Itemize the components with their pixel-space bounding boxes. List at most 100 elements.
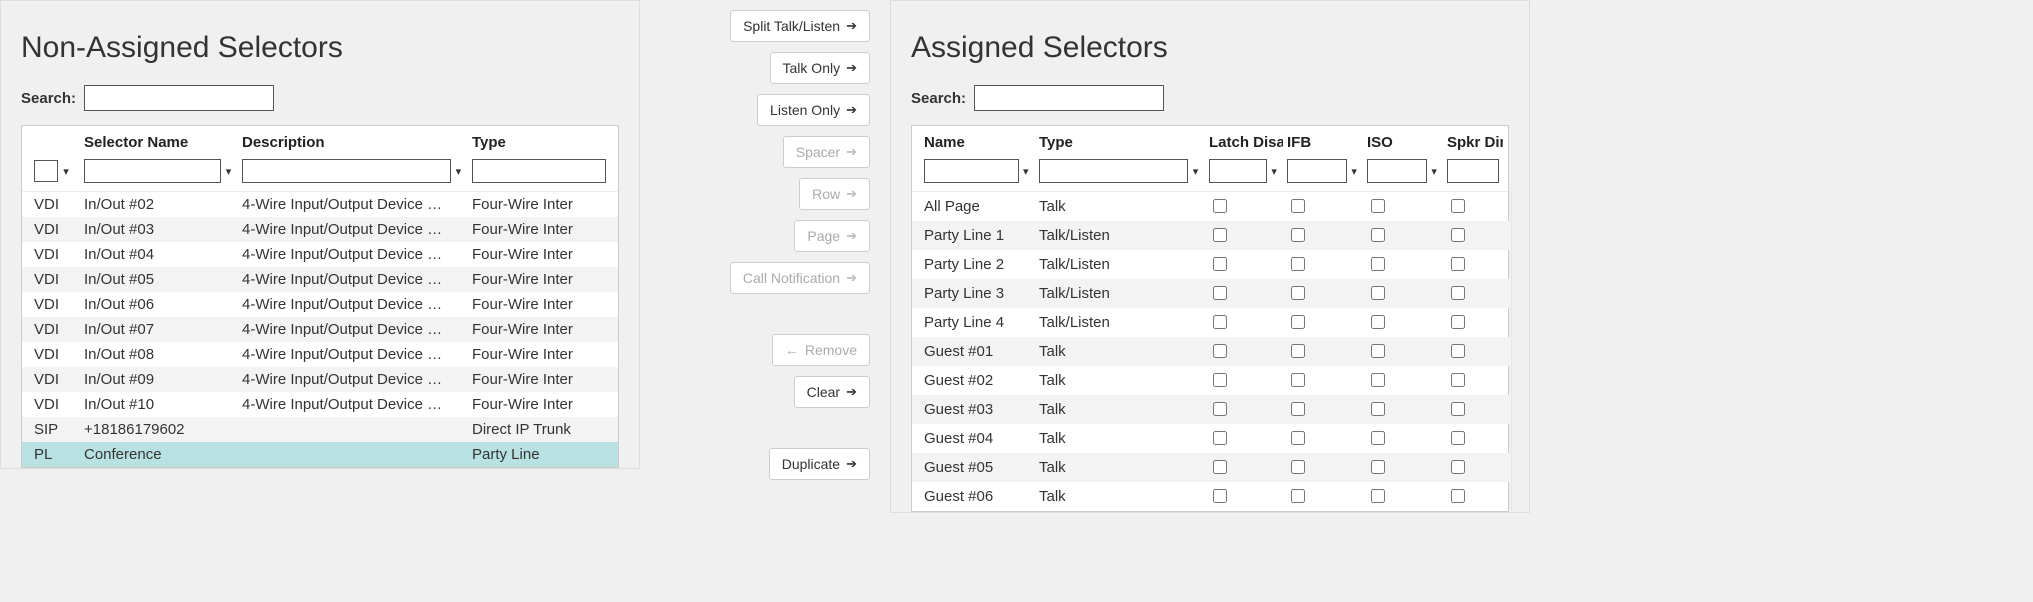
filter-icon[interactable]: ▾: [1269, 165, 1279, 178]
filter-latch[interactable]: [1209, 159, 1267, 183]
checkbox[interactable]: [1451, 460, 1465, 474]
checkbox[interactable]: [1371, 489, 1385, 503]
checkbox[interactable]: [1213, 315, 1227, 329]
page-button[interactable]: Page: [794, 220, 870, 252]
table-row[interactable]: PLConferenceParty Line: [22, 442, 618, 467]
table-row[interactable]: Guest #02Talk: [912, 366, 1511, 395]
table-row[interactable]: Party Line 3Talk/Listen: [912, 279, 1511, 308]
checkbox[interactable]: [1291, 373, 1305, 387]
filter-icon[interactable]: ▾: [223, 165, 234, 178]
checkbox[interactable]: [1291, 228, 1305, 242]
checkbox[interactable]: [1451, 402, 1465, 416]
checkbox[interactable]: [1371, 460, 1385, 474]
filter-ifb[interactable]: [1287, 159, 1347, 183]
checkbox[interactable]: [1291, 286, 1305, 300]
checkbox[interactable]: [1291, 489, 1305, 503]
checkbox[interactable]: [1213, 199, 1227, 213]
table-row[interactable]: VDIIn/Out #084-Wire Input/Output Device …: [22, 342, 618, 367]
search-input-left[interactable]: [84, 85, 274, 111]
checkbox[interactable]: [1213, 431, 1227, 445]
checkbox[interactable]: [1451, 344, 1465, 358]
talk-only-button[interactable]: Talk Only: [770, 52, 870, 84]
filter-name[interactable]: [924, 159, 1019, 183]
checkbox[interactable]: [1451, 489, 1465, 503]
call-notification-button[interactable]: Call Notification: [730, 262, 870, 294]
col-header-type[interactable]: Type: [468, 134, 610, 151]
table-row[interactable]: All PageTalk: [912, 192, 1511, 221]
table-row[interactable]: VDIIn/Out #044-Wire Input/Output Device …: [22, 242, 618, 267]
scrollbar[interactable]: [1511, 192, 1512, 511]
table-row[interactable]: VDIIn/Out #064-Wire Input/Output Device …: [22, 292, 618, 317]
checkbox[interactable]: [1213, 489, 1227, 503]
checkbox[interactable]: [1371, 257, 1385, 271]
checkbox[interactable]: [1451, 431, 1465, 445]
checkbox[interactable]: [1291, 431, 1305, 445]
checkbox[interactable]: [1371, 199, 1385, 213]
table-row[interactable]: Guest #04Talk: [912, 424, 1511, 453]
checkbox[interactable]: [1451, 257, 1465, 271]
filter-icon[interactable]: ▾: [1190, 165, 1201, 178]
checkbox[interactable]: [1291, 199, 1305, 213]
split-talk-listen-button[interactable]: Split Talk/Listen: [730, 10, 870, 42]
table-row[interactable]: Party Line 2Talk/Listen: [912, 250, 1511, 279]
table-row[interactable]: VDIIn/Out #104-Wire Input/Output Device …: [22, 392, 618, 417]
checkbox[interactable]: [1291, 257, 1305, 271]
row-button[interactable]: Row: [799, 178, 870, 210]
checkbox[interactable]: [1371, 431, 1385, 445]
filter-icon[interactable]: ▾: [1021, 165, 1031, 178]
col-header-spkr-dim[interactable]: Spkr Dim: [1447, 134, 1499, 151]
checkbox[interactable]: [1213, 257, 1227, 271]
col-header-description[interactable]: Description: [238, 134, 468, 151]
checkbox[interactable]: [1371, 402, 1385, 416]
table-row[interactable]: VDIIn/Out #074-Wire Input/Output Device …: [22, 317, 618, 342]
checkbox[interactable]: [1451, 199, 1465, 213]
checkbox[interactable]: [1291, 344, 1305, 358]
checkbox[interactable]: [1213, 402, 1227, 416]
checkbox[interactable]: [1291, 460, 1305, 474]
filter-icon[interactable]: ▾: [1349, 165, 1359, 178]
filter-icon[interactable]: ▾: [60, 165, 72, 178]
col-header-selector-name[interactable]: Selector Name: [80, 134, 238, 151]
table-row[interactable]: VDIIn/Out #034-Wire Input/Output Device …: [22, 217, 618, 242]
search-input-right[interactable]: [974, 85, 1164, 111]
filter-type[interactable]: [472, 159, 606, 183]
filter-description[interactable]: [242, 159, 451, 183]
checkbox[interactable]: [1451, 315, 1465, 329]
col-header-iso[interactable]: ISO: [1367, 134, 1439, 151]
checkbox[interactable]: [1213, 228, 1227, 242]
filter-iso[interactable]: [1367, 159, 1427, 183]
checkbox[interactable]: [1451, 228, 1465, 242]
table-row[interactable]: Guest #05Talk: [912, 453, 1511, 482]
filter-type[interactable]: [1039, 159, 1188, 183]
filter-icon[interactable]: ▾: [1429, 165, 1439, 178]
checkbox[interactable]: [1451, 286, 1465, 300]
col-header-type[interactable]: Type: [1035, 134, 1205, 151]
col-header-latch-disable[interactable]: Latch Disable: [1209, 134, 1279, 151]
duplicate-button[interactable]: Duplicate: [769, 448, 870, 480]
filter-icon[interactable]: ▾: [453, 165, 464, 178]
table-row[interactable]: VDIIn/Out #024-Wire Input/Output Device …: [22, 192, 618, 217]
table-row[interactable]: Guest #03Talk: [912, 395, 1511, 424]
checkbox[interactable]: [1371, 228, 1385, 242]
checkbox[interactable]: [1451, 373, 1465, 387]
checkbox[interactable]: [1371, 344, 1385, 358]
remove-button[interactable]: Remove: [772, 334, 870, 366]
table-row[interactable]: Party Line 4Talk/Listen: [912, 308, 1511, 337]
table-row[interactable]: VDIIn/Out #094-Wire Input/Output Device …: [22, 367, 618, 392]
checkbox[interactable]: [1213, 460, 1227, 474]
checkbox[interactable]: [1213, 373, 1227, 387]
table-row[interactable]: SIP+18186179602Direct IP Trunk: [22, 417, 618, 442]
checkbox[interactable]: [1371, 286, 1385, 300]
col-header-name[interactable]: Name: [920, 134, 1035, 151]
checkbox[interactable]: [1291, 315, 1305, 329]
col-header-ifb[interactable]: IFB: [1287, 134, 1359, 151]
checkbox[interactable]: [1371, 315, 1385, 329]
table-row[interactable]: Guest #01Talk: [912, 337, 1511, 366]
spacer-button[interactable]: Spacer: [783, 136, 870, 168]
table-row[interactable]: VDIIn/Out #054-Wire Input/Output Device …: [22, 267, 618, 292]
checkbox[interactable]: [1371, 373, 1385, 387]
checkbox[interactable]: [1213, 344, 1227, 358]
filter-selector-name[interactable]: [84, 159, 221, 183]
clear-button[interactable]: Clear: [794, 376, 870, 408]
filter-spkr[interactable]: [1447, 159, 1499, 183]
